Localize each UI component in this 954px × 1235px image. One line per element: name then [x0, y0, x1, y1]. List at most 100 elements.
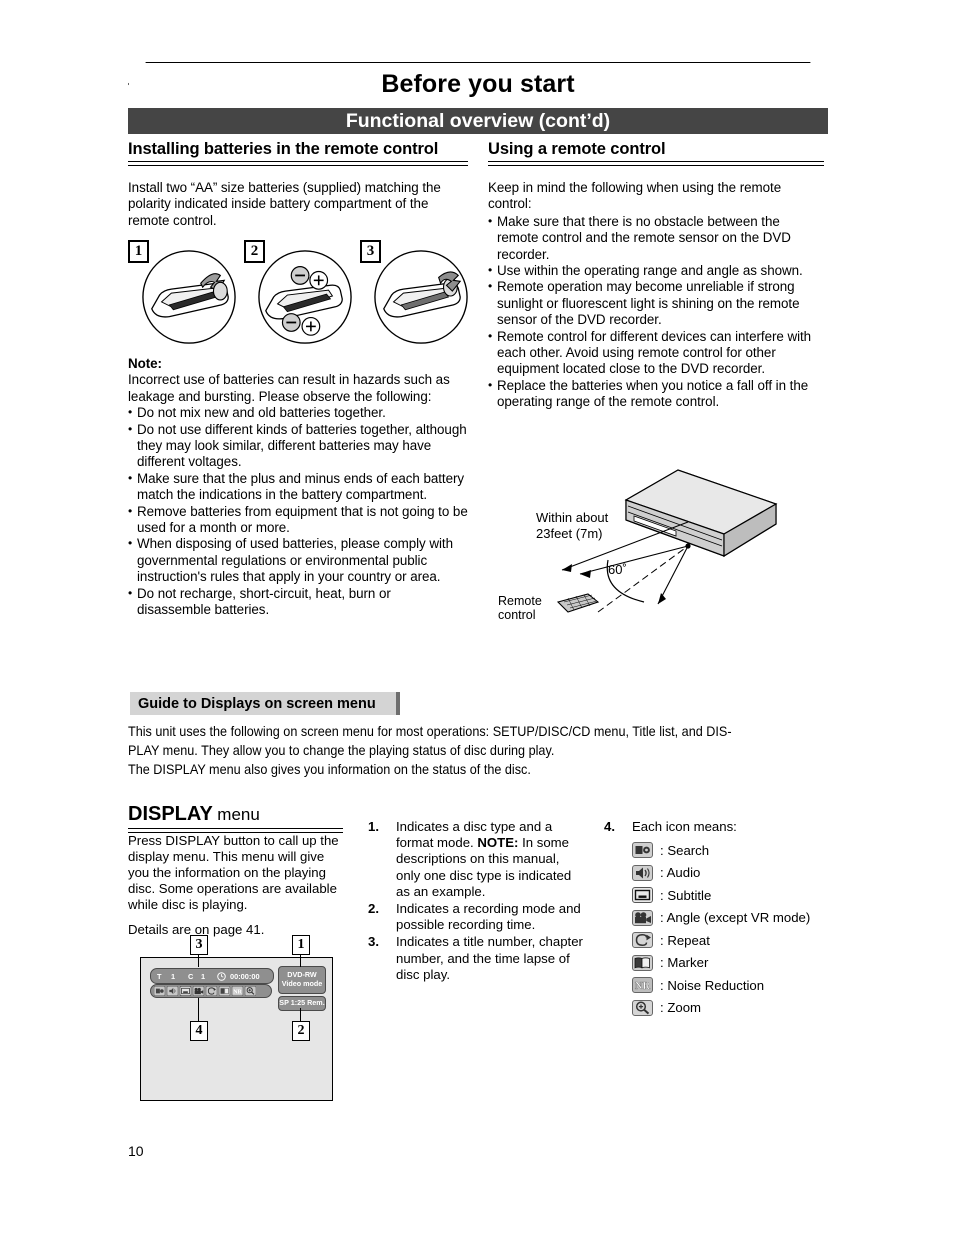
legend-label: : Search — [660, 842, 710, 858]
legend-label: : Marker — [660, 955, 709, 970]
search-icon — [632, 842, 653, 858]
callout-2-leader — [300, 1008, 301, 1021]
display-paragraph-2: Details are on page 41. — [128, 922, 265, 937]
distance-line-1: Within about — [536, 510, 609, 525]
list-item: Replace the batteries when you notice a … — [488, 377, 824, 411]
guide-paragraphs: This unit uses the following on screen m… — [128, 722, 828, 779]
display-paragraph-1: Press DISPLAY button to call up the disp… — [128, 833, 339, 912]
osd-angle-icon[interactable] — [193, 986, 204, 996]
chapter-banner: Before you start — [128, 62, 828, 106]
left-column-heading: Installing batteries in the remote contr… — [128, 140, 468, 166]
list-item: Remote operation may become unreliable i… — [488, 278, 824, 328]
remote-label-line-1: Remote — [498, 594, 542, 608]
display-title-bold: DISPLAY — [128, 803, 213, 825]
osd-time: 00:00:00 — [230, 971, 260, 981]
legend-row-repeat: : Repeat — [604, 932, 834, 948]
angle-icon — [632, 909, 653, 926]
svg-text:NR: NR — [635, 981, 651, 992]
osd-subtitle-icon[interactable] — [180, 986, 191, 996]
heading-rule-thin — [128, 165, 468, 166]
legend-row-noise-reduction: NR : Noise Reduction — [604, 977, 834, 993]
battery-intro-paragraph: Install two “AA” size batteries (supplie… — [128, 180, 468, 237]
section-bar-title: Functional overview (cont’d) — [345, 109, 611, 132]
guide-section-bar: Guide to Displays on screen menu — [130, 692, 400, 715]
note-intro: Incorrect use of batteries can result in… — [128, 372, 450, 404]
osd-search-icon[interactable] — [154, 986, 165, 996]
osd-chapter-number: 1 — [201, 971, 206, 981]
remote-range-diagram: Within about 23feet (7m) 60˚ Remote cont… — [498, 462, 828, 642]
zoom-icon — [632, 999, 653, 1016]
left-heading-text: Installing batteries in the remote contr… — [128, 140, 439, 158]
numbered-item-3: 3. Indicates a title number, chapter num… — [368, 934, 583, 983]
list-item: Use within the operating range and angle… — [488, 262, 824, 279]
legend-label: : Angle (except VR mode) — [660, 910, 811, 925]
osd-format-mode: Video mode — [281, 979, 323, 988]
osd-record-mode-tag: SP 1:25 Rem. — [278, 996, 326, 1011]
osd-noise-reduction-icon[interactable]: NR — [232, 986, 243, 996]
remote-usage-block: Keep in mind the following when using th… — [488, 180, 824, 411]
guide-paragraph-3: The DISPLAY menu also gives you informat… — [128, 762, 531, 777]
remote-intro: Keep in mind the following when using th… — [488, 180, 782, 212]
callout-2: 2 — [292, 1021, 310, 1041]
legend-label: : Repeat — [660, 932, 710, 948]
osd-marker-icon[interactable] — [219, 986, 230, 996]
callout-1-leader — [300, 953, 301, 967]
osd-record-mode: SP 1:25 Rem. — [279, 998, 325, 1008]
osd-repeat-icon[interactable] — [206, 986, 217, 996]
legend-row-audio: : Audio — [604, 864, 834, 881]
legend-row-subtitle: : Subtitle — [604, 887, 834, 903]
clock-icon — [217, 971, 226, 981]
heading-rule-thick — [128, 161, 468, 162]
legend-heading-text: Each icon means: — [632, 819, 737, 834]
item-text: Indicates a title number, chapter number… — [396, 934, 583, 982]
battery-intro-text: Install two “AA” size batteries (supplie… — [128, 180, 441, 228]
list-item: Do not use different kinds of batteries … — [128, 421, 468, 471]
osd-zoom-icon[interactable] — [245, 986, 256, 996]
range-distance-label: Within about 23feet (7m) — [536, 510, 608, 542]
icon-legend: 4. Each icon means: : Search : Audio: S… — [604, 819, 834, 1022]
guide-paragraph-2: PLAY menu. They allow you to change the … — [128, 743, 555, 758]
legend-row-angle: : Angle (except VR mode) — [604, 909, 834, 926]
distance-line-2: 23feet (7m) — [536, 526, 603, 541]
range-angle-label: 60˚ — [608, 562, 627, 577]
osd-title-marker: T — [157, 971, 162, 981]
list-item: Remove batteries from equipment that is … — [128, 503, 468, 537]
display-numbered-list: 1. Indicates a disc type and a format mo… — [368, 819, 583, 984]
display-title-light: menu — [217, 805, 260, 824]
display-menu-title: DISPLAY menu — [128, 803, 343, 833]
svg-text:NR: NR — [233, 989, 242, 995]
audio-icon — [632, 864, 653, 881]
callout-4: 4 — [190, 1021, 208, 1041]
figure-number-1: 1 — [128, 240, 149, 263]
page-number: 10 — [128, 1143, 144, 1159]
item-number: 1. — [368, 819, 379, 834]
item-number: 2. — [368, 901, 379, 917]
osd-audio-icon[interactable] — [167, 986, 178, 996]
osd-status-row: T 1 C 1 00:00:00 — [150, 968, 274, 984]
legend-label: : Audio — [660, 865, 701, 880]
battery-step1-illustration — [142, 250, 236, 344]
osd-disc-type-tag: DVD-RW Video mode — [278, 966, 326, 994]
list-item: Remote control for different devices can… — [488, 328, 824, 378]
list-item: Make sure that the plus and minus ends o… — [128, 470, 468, 504]
right-column-heading: Using a remote control — [488, 140, 824, 166]
list-item: Do not recharge, short-circuit, heat, bu… — [128, 585, 468, 619]
guide-bar-title: Guide to Displays on screen menu — [138, 695, 376, 712]
guide-paragraph-1: This unit uses the following on screen m… — [128, 724, 732, 739]
figure-number-2: 2 — [244, 240, 265, 263]
figure-number-3: 3 — [360, 240, 381, 263]
battery-figure-2: 2 — [244, 240, 352, 348]
legend-heading: 4. Each icon means: — [604, 819, 834, 834]
legend-row-search: : Search — [604, 842, 834, 858]
battery-figure-1: 1 — [128, 240, 236, 348]
callout-3-leader — [198, 953, 199, 967]
legend-number: 4. — [604, 819, 615, 834]
osd-title-number: 1 — [171, 971, 176, 981]
noise-reduction-icon: NR — [632, 977, 653, 993]
right-heading-text: Using a remote control — [488, 140, 666, 158]
item-note-label: NOTE: — [477, 835, 519, 851]
heading-rule-thick — [488, 161, 824, 162]
manual-page: Before you start Functional overview (co… — [0, 0, 954, 1235]
item-number: 3. — [368, 934, 379, 950]
battery-note-list: Do not mix new and old batteries togethe… — [128, 404, 468, 619]
